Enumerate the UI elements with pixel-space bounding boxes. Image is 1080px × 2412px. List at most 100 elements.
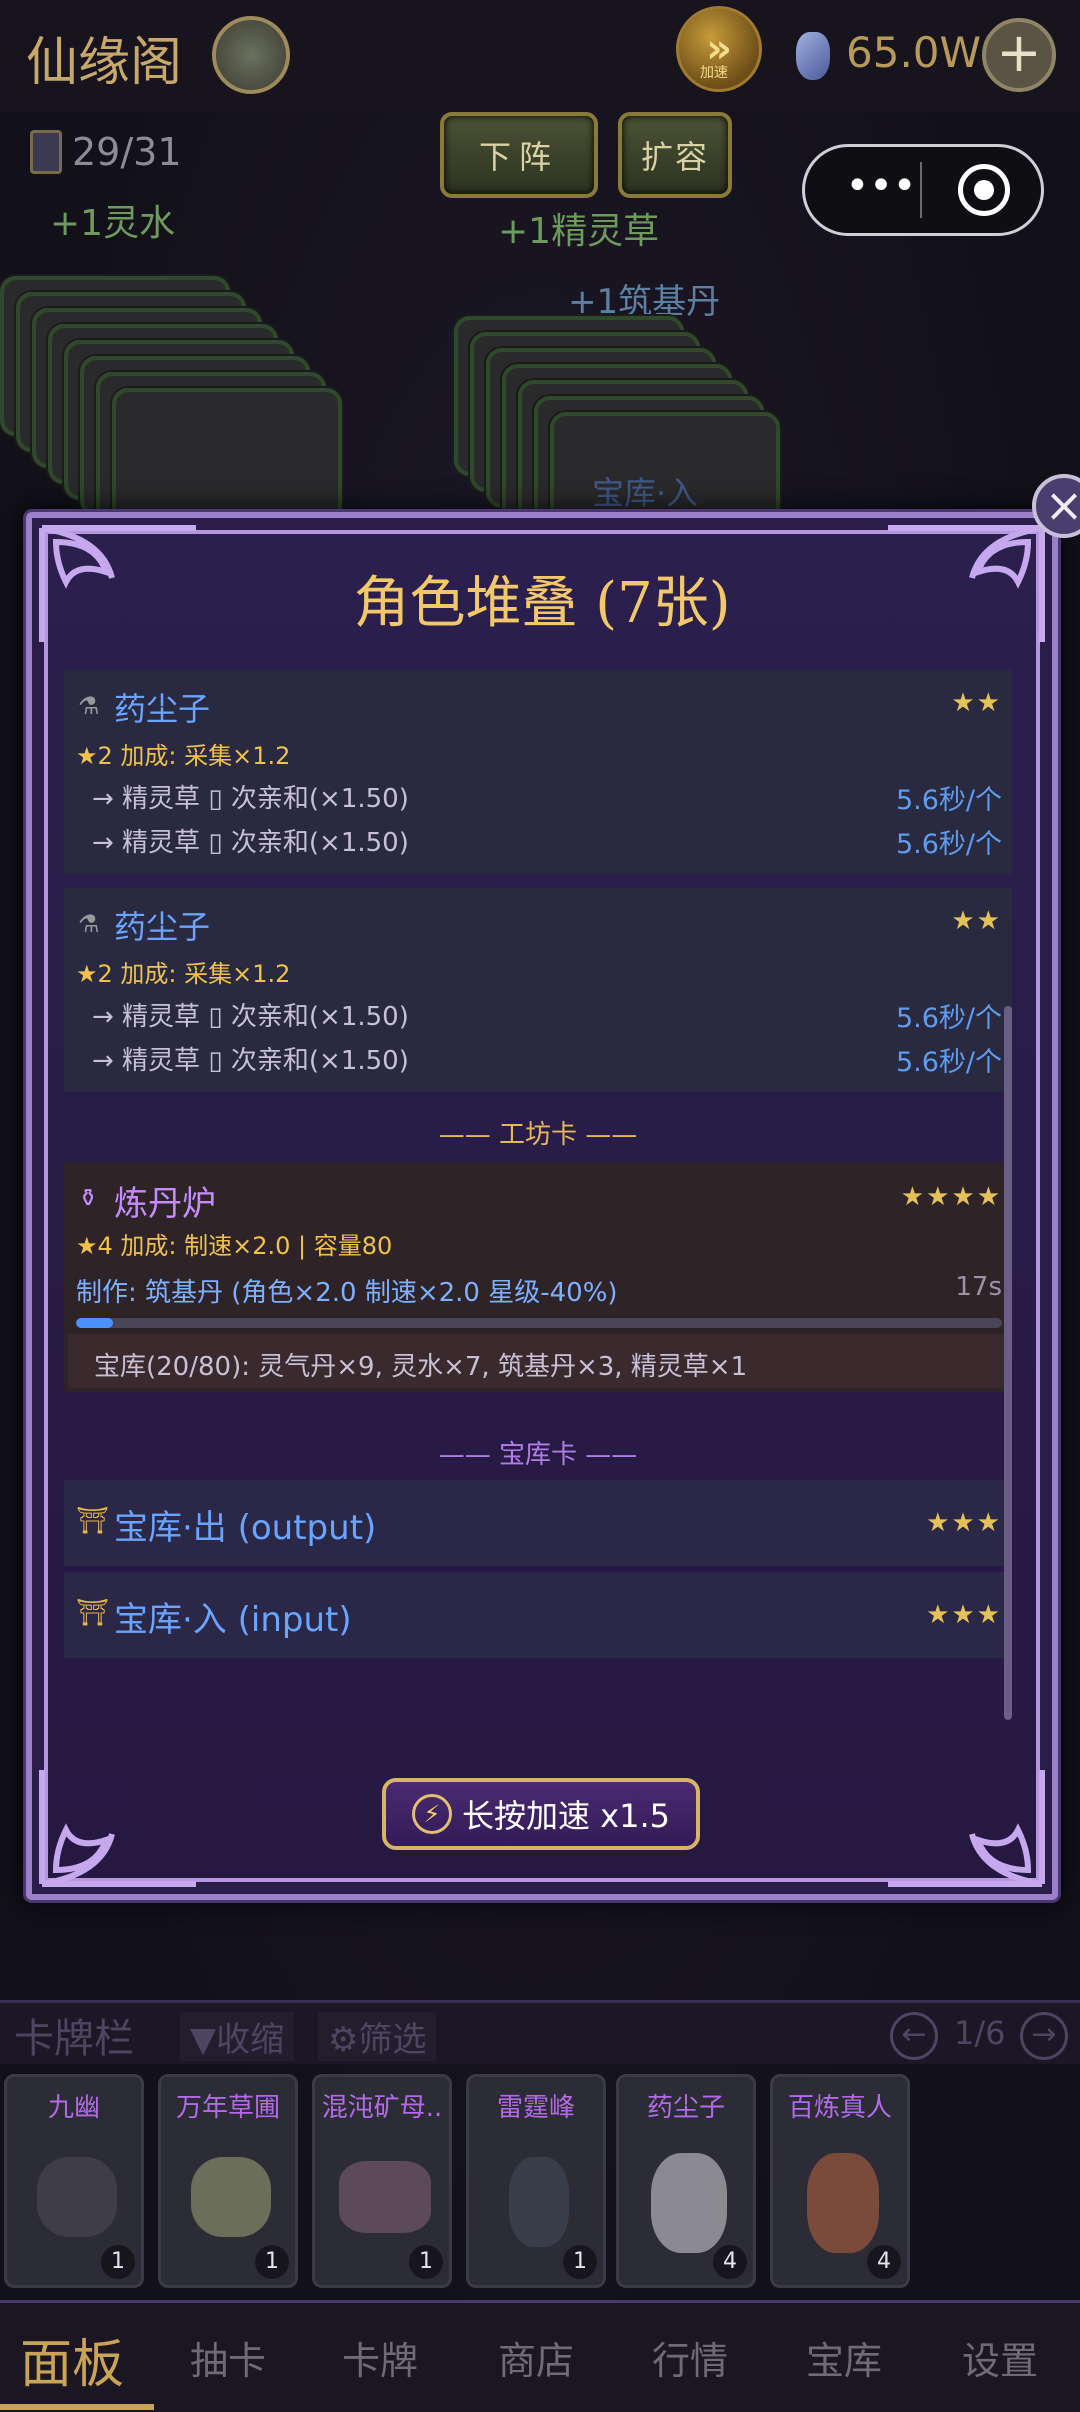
card-count: 29/31	[72, 130, 182, 174]
flow-text: → 精灵草 ▯ 次亲和(×1.50)	[92, 784, 409, 814]
nav-panel[interactable]: 面板	[20, 2322, 124, 2397]
craft-progress-bar	[76, 1318, 1002, 1328]
character-bonus: ★2 加成: 采集×1.2	[76, 742, 291, 770]
card-count: 1	[563, 2245, 597, 2279]
card-count: 1	[409, 2245, 443, 2279]
flow-rate: 5.6秒/个	[895, 785, 1002, 816]
vault-card-output[interactable]: ⛩ 宝库·出 (output) ★★★	[64, 1480, 1012, 1566]
character-name: 药尘子	[114, 908, 211, 946]
card-slot[interactable]: 药尘子 4	[616, 2074, 756, 2288]
add-currency-button[interactable]: +	[982, 18, 1056, 92]
card-slot[interactable]: 雷霆峰 1	[466, 2074, 606, 2288]
furnace-card[interactable]: ⚱ 炼丹炉 ★★★★ ★4 加成: 制速×2.0 | 容量80 制作: 筑基丹 …	[64, 1162, 1012, 1392]
card-art	[191, 2157, 271, 2237]
craft-progress-fill	[76, 1318, 114, 1328]
flow-text: → 精灵草 ▯ 次亲和(×1.50)	[92, 1046, 409, 1076]
app-title: 仙缘阁	[26, 33, 183, 93]
collapse-button[interactable]: ▼收缩	[180, 2012, 295, 2061]
card-art	[339, 2161, 431, 2233]
flow-rate: 5.6秒/个	[895, 1003, 1002, 1034]
expand-button[interactable]: 扩容	[618, 112, 732, 198]
card-art	[37, 2157, 117, 2237]
vault-stars: ★★★	[926, 1600, 1002, 1630]
section-workshop: —— 工坊卡 ——	[438, 1120, 638, 1150]
character-stars: ★★	[951, 688, 1002, 718]
nav-shop[interactable]: 商店	[498, 2330, 574, 2385]
card-slot[interactable]: 混沌矿母.. 1	[312, 2074, 452, 2288]
card-art	[807, 2153, 879, 2253]
vault-icon: ⛩	[76, 1506, 110, 1536]
nav-active-indicator	[0, 2404, 154, 2410]
card-name: 万年草圃	[175, 2093, 280, 2123]
flow-rate: 5.6秒/个	[895, 1047, 1002, 1078]
furnace-icon: ⚱	[78, 1184, 99, 1212]
vault-icon: ⛩	[76, 1598, 110, 1628]
avatar[interactable]	[212, 16, 290, 94]
vault-name: 宝库·入 (input)	[114, 1600, 352, 1640]
character-icon: ⚗	[78, 910, 100, 938]
next-page-button[interactable]: →	[1020, 2012, 1068, 2060]
character-icon: ⚗	[78, 692, 100, 720]
nav-cards[interactable]: 卡牌	[342, 2330, 418, 2385]
card-slot[interactable]: 百炼真人 4	[770, 2074, 910, 2288]
card-slot[interactable]: 万年草圃 1	[158, 2074, 298, 2288]
speed-label: 加速	[700, 65, 728, 81]
card-count: 1	[101, 2245, 135, 2279]
deploy-button[interactable]: 下阵	[440, 112, 598, 198]
gain-text: +1灵水	[50, 203, 176, 244]
character-name: 药尘子	[114, 690, 211, 728]
stack-label: 宝库·入	[592, 474, 699, 512]
card-art	[509, 2157, 569, 2247]
corner-ornament-icon	[888, 1770, 1045, 1887]
vault-stars: ★★★	[926, 1508, 1002, 1538]
vault-summary: 宝库(20/80): 灵气丹×9, 灵水×7, 筑基丹×3, 精灵草×1	[94, 1352, 748, 1382]
boost-label: 长按加速 x1.5	[461, 1797, 670, 1835]
card-name: 雷霆峰	[496, 2093, 575, 2123]
prev-page-button[interactable]: ←	[890, 2012, 938, 2060]
gem-icon	[796, 32, 830, 80]
card-name: 百炼真人	[787, 2093, 892, 2123]
nav-settings[interactable]: 设置	[962, 2330, 1038, 2385]
list-item[interactable]: ⚗ 药尘子 ★★ ★2 加成: 采集×1.2 → 精灵草 ▯ 次亲和(×1.50…	[64, 888, 1012, 1092]
furnace-name: 炼丹炉	[114, 1184, 216, 1224]
card-name: 药尘子	[646, 2093, 725, 2123]
card-slot[interactable]: 九幽 1	[4, 2074, 144, 2288]
section-vault: —— 宝库卡 ——	[438, 1440, 638, 1470]
capsule-divider	[920, 162, 922, 218]
furnace-stars: ★★★★	[900, 1182, 1002, 1212]
nav-market[interactable]: 行情	[652, 2330, 728, 2385]
card-name: 混沌矿母..	[321, 2093, 443, 2123]
list-scrollbar[interactable]	[1004, 1006, 1012, 1720]
modal-title: 角色堆叠 (7张)	[353, 571, 731, 636]
card-count: 4	[713, 2245, 747, 2279]
filter-label: 筛选	[358, 2020, 427, 2060]
corner-ornament-icon	[39, 1770, 196, 1887]
lightning-icon: ⚡	[411, 1794, 452, 1834]
card-count: 4	[867, 2245, 901, 2279]
card-bar-title: 卡牌栏	[14, 2016, 134, 2062]
craft-time: 17s	[955, 1272, 1002, 1302]
character-stars: ★★	[951, 906, 1002, 936]
stack-list[interactable]: ⚗ 药尘子 ★★ ★2 加成: 采集×1.2 → 精灵草 ▯ 次亲和(×1.50…	[64, 662, 1012, 1722]
close-miniprogram-icon[interactable]	[958, 164, 1010, 216]
card-name: 九幽	[47, 2093, 100, 2123]
gain-text: +1精灵草	[498, 211, 660, 252]
card-count: 1	[255, 2245, 289, 2279]
vault-card-input[interactable]: ⛩ 宝库·入 (input) ★★★	[64, 1572, 1012, 1658]
nav-vault[interactable]: 宝库	[806, 2330, 882, 2385]
furnace-bonus: ★4 加成: 制速×2.0 | 容量80	[76, 1232, 393, 1260]
flow-rate: 5.6秒/个	[895, 829, 1002, 860]
gear-icon: ⚙	[328, 2020, 359, 2060]
flow-text: → 精灵草 ▯ 次亲和(×1.50)	[92, 1002, 409, 1032]
filter-button[interactable]: ⚙筛选	[318, 2012, 437, 2061]
character-bonus: ★2 加成: 采集×1.2	[76, 960, 291, 988]
page-indicator: 1/6	[954, 2014, 1006, 2052]
currency-amount: 65.0W	[846, 28, 982, 77]
vault-name: 宝库·出 (output)	[114, 1508, 377, 1548]
craft-text: 制作: 筑基丹 (角色×2.0 制速×2.0 星级-40%)	[76, 1278, 618, 1308]
nav-draw[interactable]: 抽卡	[190, 2330, 266, 2385]
card-art	[651, 2153, 727, 2253]
flow-text: → 精灵草 ▯ 次亲和(×1.50)	[92, 828, 409, 858]
list-item[interactable]: ⚗ 药尘子 ★★ ★2 加成: 采集×1.2 → 精灵草 ▯ 次亲和(×1.50…	[64, 670, 1012, 874]
boost-button[interactable]: ⚡ 长按加速 x1.5	[382, 1778, 700, 1850]
